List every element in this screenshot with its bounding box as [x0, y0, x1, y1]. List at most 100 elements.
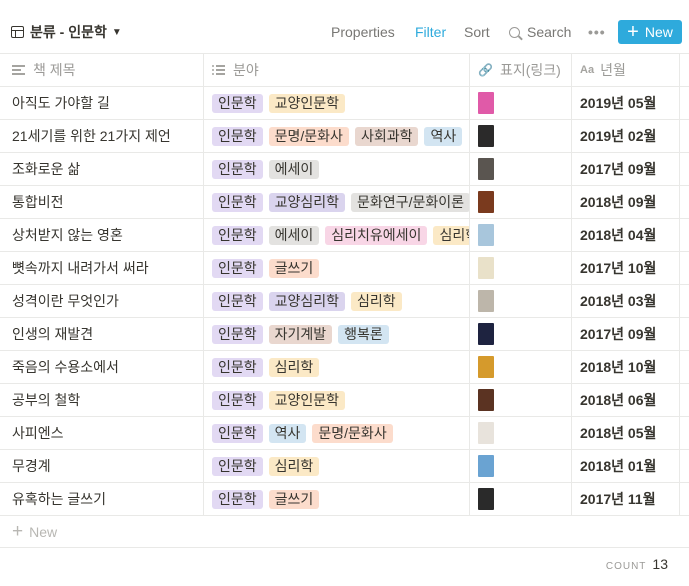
more-options-button[interactable]: •••	[588, 22, 606, 42]
title-cell[interactable]: 공부의 철학	[0, 384, 204, 416]
table-row[interactable]: 공부의 철학 인문학 교양인문학 2018년 06월	[0, 384, 689, 417]
table-row[interactable]: 조화로운 삶 인문학 에세이 2017년 09월	[0, 153, 689, 186]
cover-cell[interactable]	[470, 120, 572, 152]
cover-thumbnail[interactable]	[478, 488, 494, 510]
title-cell[interactable]: 통합비전	[0, 186, 204, 218]
title-cell[interactable]: 죽음의 수용소에서	[0, 351, 204, 383]
cover-thumbnail[interactable]	[478, 323, 494, 345]
category-cell[interactable]: 인문학 심리학	[204, 351, 470, 383]
cover-cell[interactable]	[470, 384, 572, 416]
date-cell[interactable]: 2017년 09월	[572, 318, 680, 350]
category-cell[interactable]: 인문학 교양심리학 심리학	[204, 285, 470, 317]
date-cell[interactable]: 2017년 11월	[572, 483, 680, 515]
column-header-title[interactable]: 책 제목	[0, 54, 204, 86]
category-cell[interactable]: 인문학 교양심리학 문화연구/문화이론	[204, 186, 470, 218]
cover-cell[interactable]	[470, 252, 572, 284]
category-tag: 인문학	[212, 192, 263, 212]
category-cell[interactable]: 인문학 교양인문학	[204, 384, 470, 416]
title-cell[interactable]: 아직도 가야할 길	[0, 87, 204, 119]
search-label: Search	[527, 24, 572, 40]
title-cell[interactable]: 성격이란 무엇인가	[0, 285, 204, 317]
cover-cell[interactable]	[470, 153, 572, 185]
title-cell[interactable]: 인생의 재발견	[0, 318, 204, 350]
title-cell[interactable]: 조화로운 삶	[0, 153, 204, 185]
column-header-category[interactable]: 분야	[204, 54, 470, 86]
table-row[interactable]: 21세기를 위한 21가지 제언 인문학 문명/문화사 사회과학 역사 2019년 02월	[0, 120, 689, 153]
category-cell[interactable]: 인문학 자기계발 행복론	[204, 318, 470, 350]
category-cell[interactable]: 인문학 심리학	[204, 450, 470, 482]
cover-cell[interactable]	[470, 417, 572, 449]
date-cell[interactable]: 2017년 09월	[572, 153, 680, 185]
cover-cell[interactable]	[470, 219, 572, 251]
cover-thumbnail[interactable]	[478, 389, 494, 411]
cover-thumbnail[interactable]	[478, 257, 494, 279]
date-cell[interactable]: 2018년 10월	[572, 351, 680, 383]
date-cell[interactable]: 2018년 04월	[572, 219, 680, 251]
title-cell[interactable]: 21세기를 위한 21가지 제언	[0, 120, 204, 152]
cover-thumbnail[interactable]	[478, 125, 494, 147]
cover-cell[interactable]	[470, 483, 572, 515]
date-cell[interactable]: 2017년 10월	[572, 252, 680, 284]
properties-button[interactable]: Properties	[331, 22, 395, 42]
table-row[interactable]: 무경계 인문학 심리학 2018년 01월	[0, 450, 689, 483]
sort-button[interactable]: Sort	[464, 22, 490, 42]
cover-thumbnail[interactable]	[478, 224, 494, 246]
date-cell[interactable]: 2018년 01월	[572, 450, 680, 482]
cover-cell[interactable]	[470, 351, 572, 383]
date-text: 2018년 10월	[580, 359, 657, 375]
cover-thumbnail[interactable]	[478, 191, 494, 213]
title-cell[interactable]: 무경계	[0, 450, 204, 482]
table-row[interactable]: 사피엔스 인문학 역사 문명/문화사 2018년 05월	[0, 417, 689, 450]
title-cell[interactable]: 뼛속까지 내려가서 써라	[0, 252, 204, 284]
cover-thumbnail[interactable]	[478, 422, 494, 444]
table-row[interactable]: 유혹하는 글쓰기 인문학 글쓰기 2017년 11월	[0, 483, 689, 516]
title-cell[interactable]: 유혹하는 글쓰기	[0, 483, 204, 515]
title-cell[interactable]: 상처받지 않는 영혼	[0, 219, 204, 251]
category-cell[interactable]: 인문학 에세이	[204, 153, 470, 185]
cover-thumbnail[interactable]	[478, 158, 494, 180]
cover-cell[interactable]	[470, 186, 572, 218]
table-row[interactable]: 죽음의 수용소에서 인문학 심리학 2018년 10월	[0, 351, 689, 384]
cover-cell[interactable]	[470, 285, 572, 317]
cover-cell[interactable]	[470, 87, 572, 119]
cover-thumbnail[interactable]	[478, 290, 494, 312]
column-header-date[interactable]: Aa 년월	[572, 54, 680, 86]
search-button[interactable]: Search	[509, 22, 571, 42]
add-row-button[interactable]: + New	[0, 516, 689, 548]
cover-thumbnail[interactable]	[478, 92, 494, 114]
category-cell[interactable]: 인문학에세이심리치유에세이심리학	[204, 219, 470, 251]
category-cell[interactable]: 인문학 글쓰기	[204, 252, 470, 284]
overflow-cell	[680, 87, 689, 119]
date-cell[interactable]: 2019년 05월	[572, 87, 680, 119]
category-cell[interactable]: 인문학 문명/문화사 사회과학 역사	[204, 120, 470, 152]
date-cell[interactable]: 2018년 09월	[572, 186, 680, 218]
date-cell[interactable]: 2019년 02월	[572, 120, 680, 152]
category-cell[interactable]: 인문학 역사 문명/문화사	[204, 417, 470, 449]
date-text: 2018년 03월	[580, 293, 657, 309]
table-row[interactable]: 아직도 가야할 길 인문학 교양인문학 2019년 05월	[0, 87, 689, 120]
table-row[interactable]: 상처받지 않는 영혼인문학에세이심리치유에세이심리학 2018년 04월	[0, 219, 689, 252]
cover-thumbnail[interactable]	[478, 356, 494, 378]
cover-thumbnail[interactable]	[478, 455, 494, 477]
category-cell[interactable]: 인문학 교양인문학	[204, 87, 470, 119]
table-row[interactable]: 통합비전 인문학 교양심리학 문화연구/문화이론 2018년 09월	[0, 186, 689, 219]
date-cell[interactable]: 2018년 03월	[572, 285, 680, 317]
title-cell[interactable]: 사피엔스	[0, 417, 204, 449]
column-header-cover[interactable]: 🔗 표지(링크)	[470, 54, 572, 86]
table-row[interactable]: 성격이란 무엇인가 인문학 교양심리학 심리학 2018년 03월	[0, 285, 689, 318]
plus-icon: +	[12, 520, 24, 542]
filter-button[interactable]: Filter	[415, 22, 446, 42]
table-row[interactable]: 인생의 재발견 인문학 자기계발 행복론 2017년 09월	[0, 318, 689, 351]
column-header-overflow	[680, 54, 689, 86]
column-label: 표지(링크)	[499, 62, 561, 78]
date-cell[interactable]: 2018년 06월	[572, 384, 680, 416]
new-button[interactable]: + New	[618, 20, 682, 44]
date-cell[interactable]: 2018년 05월	[572, 417, 680, 449]
category-tag: 인문학	[212, 456, 263, 476]
category-tag: 교양인문학	[268, 390, 346, 410]
cover-cell[interactable]	[470, 450, 572, 482]
table-row[interactable]: 뼛속까지 내려가서 써라 인문학 글쓰기 2017년 10월	[0, 252, 689, 285]
cover-cell[interactable]	[470, 318, 572, 350]
view-selector[interactable]: 분류 - 인문학 ▼	[11, 22, 122, 42]
category-cell[interactable]: 인문학 글쓰기	[204, 483, 470, 515]
